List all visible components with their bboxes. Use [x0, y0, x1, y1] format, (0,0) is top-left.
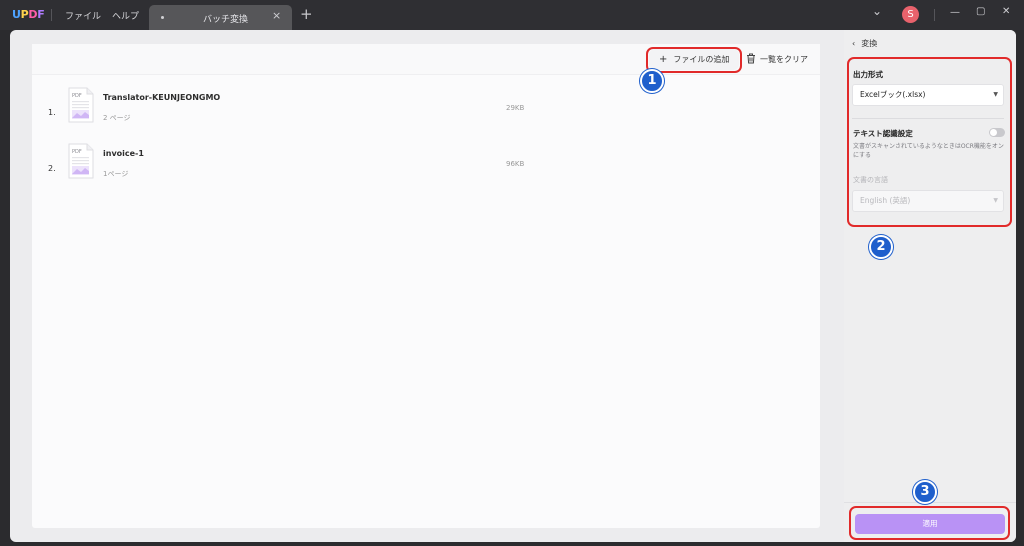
clear-list-button[interactable]: 一覧をクリア	[746, 53, 808, 66]
tab-batch-convert[interactable]: バッチ変換 ×	[149, 5, 292, 30]
close-icon[interactable]: ✕	[1002, 6, 1010, 17]
minimize-icon[interactable]: —	[950, 7, 960, 18]
file-index: 1.	[48, 108, 56, 117]
menu-help[interactable]: ヘルプ	[112, 9, 139, 22]
menu-file[interactable]: ファイル	[65, 9, 101, 22]
new-tab-icon[interactable]: +	[300, 5, 313, 23]
file-name: Translator-KEUNJEONGMO	[103, 93, 221, 102]
svg-text:PDF: PDF	[72, 149, 82, 155]
updf-logo: UPDF	[12, 8, 45, 21]
maximize-icon[interactable]: ▢	[976, 6, 985, 17]
step-badge-1: 1	[640, 69, 664, 93]
file-page-count: 2 ページ	[103, 114, 131, 122]
avatar[interactable]: S	[902, 6, 919, 23]
highlight-add-files	[646, 47, 742, 73]
title-divider	[934, 9, 935, 21]
file-list-panel: + ファイルの追加 一覧をクリア 1. PDF Translator-KEUNJ…	[32, 44, 820, 528]
tab-dot-icon	[161, 16, 164, 19]
panel-header[interactable]: ‹ 変換	[852, 38, 877, 49]
clear-list-label: 一覧をクリア	[760, 55, 808, 64]
pdf-file-icon: PDF	[68, 87, 94, 123]
highlight-apply	[849, 506, 1010, 540]
file-name: invoice-1	[103, 149, 144, 158]
tab-title: バッチ変換	[203, 15, 249, 25]
file-row[interactable]: 2. PDF invoice-1 1ページ 96KB	[32, 143, 820, 193]
title-bar: UPDF ファイル ヘルプ バッチ変換 × + ⌄ S — ▢ ✕	[0, 0, 1024, 30]
step-badge-2: 2	[869, 235, 893, 259]
highlight-settings	[847, 57, 1012, 227]
file-row[interactable]: 1. PDF Translator-KEUNJEONGMO 2 ページ 29KB	[32, 87, 820, 137]
file-page-count: 1ページ	[103, 170, 129, 178]
panel-title: 変換	[861, 39, 878, 48]
tab-close-icon[interactable]: ×	[272, 9, 281, 22]
pdf-file-icon: PDF	[68, 143, 94, 179]
svg-text:PDF: PDF	[72, 93, 82, 99]
chevron-down-icon[interactable]: ⌄	[872, 4, 882, 18]
chevron-left-icon: ‹	[852, 39, 856, 48]
file-index: 2.	[48, 164, 56, 173]
file-size: 29KB	[506, 104, 525, 112]
title-divider	[51, 9, 52, 21]
step-badge-3: 3	[913, 480, 937, 504]
trash-icon	[746, 53, 756, 66]
file-size: 96KB	[506, 160, 525, 168]
